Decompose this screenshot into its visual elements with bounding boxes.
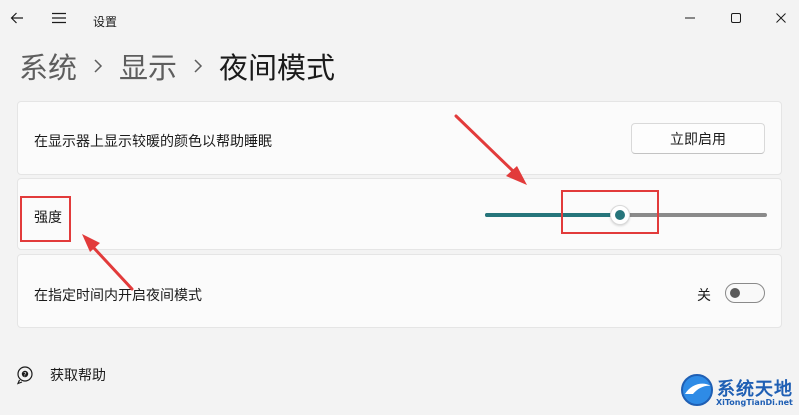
annotation-arrows [82,114,527,291]
annotation-arrow-to-label [82,234,134,291]
watermark-url: XiTongTianDi.net [716,398,793,407]
watermark: 系统天地 XiTongTianDi.net [679,372,797,412]
annotation-arrow-to-slider [454,114,527,185]
watermark-logo-icon [681,374,713,406]
